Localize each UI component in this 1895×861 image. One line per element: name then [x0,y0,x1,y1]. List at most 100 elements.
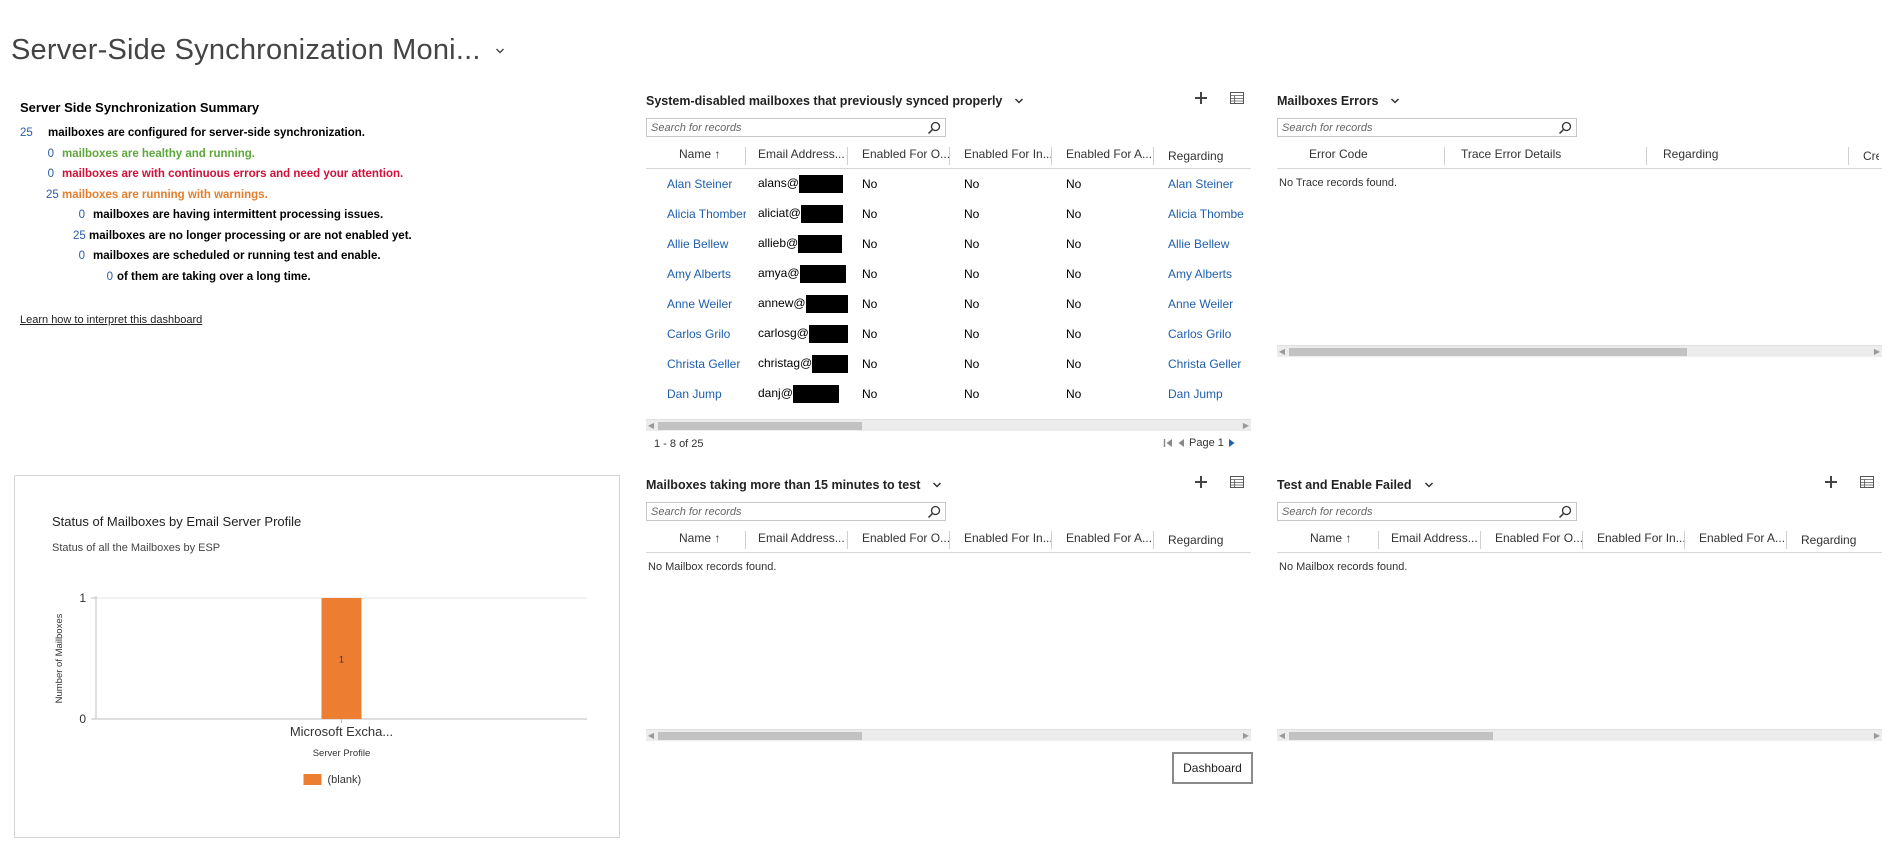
grid-view-icon[interactable] [1228,89,1246,107]
col-header-enabled-appointments[interactable]: Enabled For A... [1052,531,1154,549]
cell-regarding-text[interactable]: Alicia Thombe [1168,207,1244,221]
grid-view-icon[interactable] [1858,473,1876,491]
cell-regarding-text[interactable]: Christa Geller [1168,357,1241,371]
scroll-right-icon[interactable]: ▶ [1872,730,1882,742]
cell-name[interactable]: Dan Jump [646,387,746,401]
cell-regarding-text[interactable]: Allie Bellew [1168,237,1229,251]
table-row[interactable]: Amy Alberts amya@ No No No Amy Alberts [646,259,1251,289]
scrollbar-thumb[interactable] [1289,732,1493,740]
table-row[interactable]: Dan Jump danj@ No No No Dan Jump [646,379,1251,409]
cell-name[interactable]: Amy Alberts [646,267,746,281]
chevron-down-icon[interactable] [1424,480,1434,490]
horizontal-scrollbar[interactable]: ◀ ▶ [1277,345,1882,357]
col-header-email[interactable]: Email Address... [746,531,848,549]
learn-dashboard-link[interactable]: Learn how to interpret this dashboard [20,314,202,326]
search-input[interactable] [651,505,921,518]
add-icon[interactable] [1192,473,1210,491]
page-title[interactable]: Server-Side Synchronization Moni... [11,34,481,67]
next-page-icon[interactable] [1228,438,1236,448]
cell-regarding[interactable]: Christa Geller [1154,357,1251,371]
col-header-email[interactable]: Email Address... [1379,531,1481,549]
search-input[interactable] [1282,121,1552,134]
first-page-icon[interactable] [1163,438,1173,448]
cell-regarding[interactable]: Dan Jump [1154,387,1251,401]
table-row[interactable]: Carlos Grilo carlosg@ No No No Carlos Grilo [646,319,1251,349]
table-row[interactable]: Alicia Thomber aliciat@ No No No Alicia Thomb… [646,199,1251,229]
scroll-right-icon[interactable]: ▶ [1872,346,1882,358]
col-header-regarding[interactable]: Regarding [1154,533,1251,547]
col-header-enabled-outgoing[interactable]: Enabled For O... [1481,531,1583,549]
cell-name-text[interactable]: Carlos Grilo [667,327,730,341]
search-icon[interactable] [1558,505,1572,519]
search-icon[interactable] [927,121,941,135]
table-row[interactable]: Allie Bellew allieb@ No No No Allie Bellew [646,229,1251,259]
cell-name-text[interactable]: Allie Bellew [667,237,728,251]
scroll-left-icon[interactable]: ◀ [646,730,656,742]
col-header-regarding[interactable]: Regarding [1787,533,1882,547]
search-box[interactable] [646,118,946,137]
cell-regarding-text[interactable]: Anne Weiler [1168,297,1233,311]
cell-name-text[interactable]: Amy Alberts [667,267,731,281]
panel-title[interactable]: Test and Enable Failed [1277,478,1412,492]
scrollbar-thumb[interactable] [658,732,862,740]
col-header-created[interactable]: Cre [1849,149,1879,163]
previous-page-icon[interactable] [1177,438,1185,448]
cell-regarding-text[interactable]: Amy Alberts [1168,267,1232,281]
cell-name-text[interactable]: Christa Geller [667,357,740,371]
chevron-down-icon[interactable] [932,480,942,490]
cell-name-text[interactable]: Dan Jump [667,387,722,401]
table-row[interactable]: Anne Weiler annew@ No No No Anne Weiler [646,289,1251,319]
panel-title[interactable]: System-disabled mailboxes that previousl… [646,94,1002,108]
cell-name[interactable]: Anne Weiler [646,297,746,311]
horizontal-scrollbar[interactable]: ◀ ▶ [1277,729,1882,741]
page-title-area[interactable]: Server-Side Synchronization Moni... [11,34,505,67]
add-icon[interactable] [1822,473,1840,491]
scroll-left-icon[interactable]: ◀ [1277,730,1287,742]
search-input[interactable] [1282,505,1552,518]
panel-title[interactable]: Mailboxes Errors [1277,94,1378,108]
search-box[interactable] [646,502,946,521]
col-header-error-code[interactable]: Error Code [1277,147,1445,165]
cell-name[interactable]: Carlos Grilo [646,327,746,341]
add-icon[interactable] [1192,89,1210,107]
col-header-trace-details[interactable]: Trace Error Details [1445,147,1647,165]
col-header-name[interactable]: Name ↑ [646,147,746,165]
search-box[interactable] [1277,502,1577,521]
horizontal-scrollbar[interactable]: ◀ ▶ [646,419,1251,431]
chevron-down-icon[interactable] [1390,96,1400,106]
col-header-name[interactable]: Name ↑ [1277,531,1379,549]
search-icon[interactable] [927,505,941,519]
cell-regarding-text[interactable]: Alan Steiner [1168,177,1233,191]
scrollbar-thumb[interactable] [1289,348,1687,356]
scroll-left-icon[interactable]: ◀ [646,420,656,432]
search-box[interactable] [1277,118,1577,137]
cell-regarding[interactable]: Alicia Thombe [1154,207,1251,221]
col-header-enabled-appointments[interactable]: Enabled For A... [1052,147,1154,165]
col-header-regarding[interactable]: Regarding [1647,147,1849,165]
grid-view-icon[interactable] [1228,473,1246,491]
col-header-name[interactable]: Name ↑ [646,531,746,549]
dashboard-button[interactable]: Dashboard [1172,752,1253,784]
cell-regarding-text[interactable]: Dan Jump [1168,387,1223,401]
table-row[interactable]: Christa Geller christag@ No No No Christa Gel… [646,349,1251,379]
cell-name[interactable]: Allie Bellew [646,237,746,251]
cell-name-text[interactable]: Alan Steiner [667,177,732,191]
scroll-right-icon[interactable]: ▶ [1241,730,1251,742]
chevron-down-icon[interactable] [1014,96,1024,106]
cell-regarding-text[interactable]: Carlos Grilo [1168,327,1231,341]
col-header-enabled-outgoing[interactable]: Enabled For O... [848,147,950,165]
scroll-left-icon[interactable]: ◀ [1277,346,1287,358]
cell-regarding[interactable]: Amy Alberts [1154,267,1251,281]
col-header-regarding[interactable]: Regarding [1154,149,1251,163]
cell-regarding[interactable]: Anne Weiler [1154,297,1251,311]
cell-regarding[interactable]: Allie Bellew [1154,237,1251,251]
horizontal-scrollbar[interactable]: ◀ ▶ [646,729,1251,741]
col-header-email[interactable]: Email Address... [746,147,848,165]
col-header-enabled-outgoing[interactable]: Enabled For O... [848,531,950,549]
cell-regarding[interactable]: Carlos Grilo [1154,327,1251,341]
cell-name-text[interactable]: Anne Weiler [667,297,732,311]
col-header-enabled-incoming[interactable]: Enabled For In... [950,531,1052,549]
cell-name[interactable]: Christa Geller [646,357,746,371]
col-header-enabled-appointments[interactable]: Enabled For A... [1685,531,1787,549]
cell-name-text[interactable]: Alicia Thomber [667,207,746,221]
